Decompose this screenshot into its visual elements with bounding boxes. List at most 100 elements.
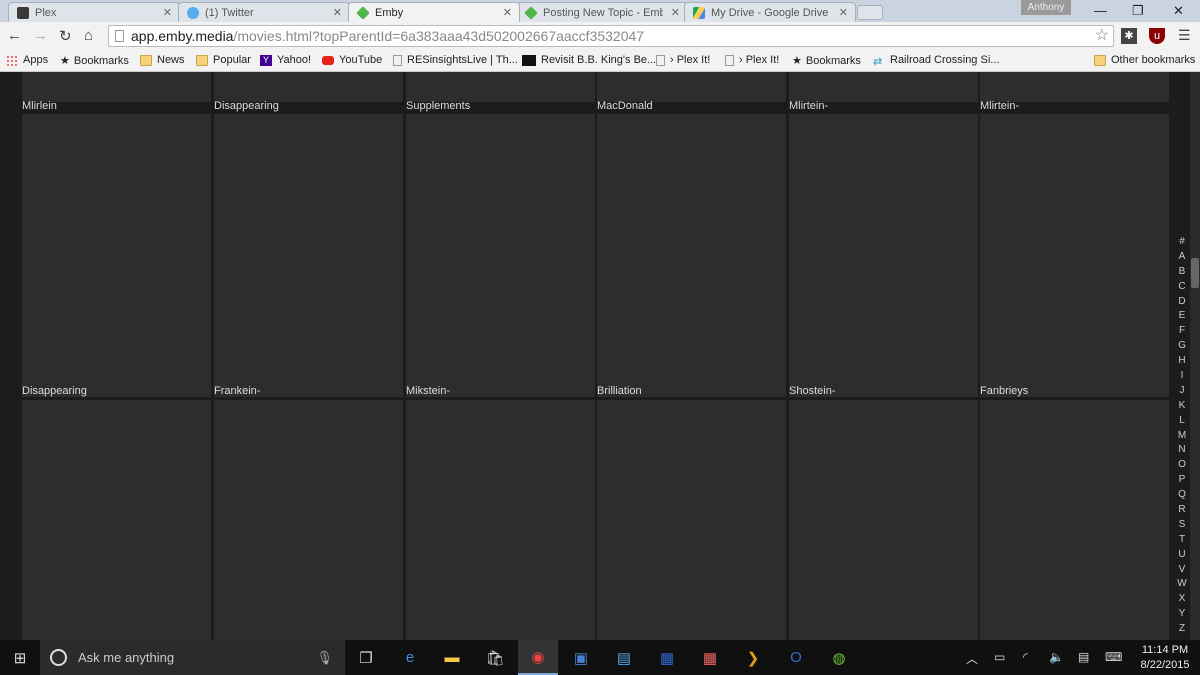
bookmark-revisit-bb-king[interactable]: Revisit B.B. King's Be... — [522, 54, 656, 66]
alpha-index-letter[interactable]: J — [1174, 383, 1190, 398]
ublock-icon[interactable]: u — [1149, 28, 1165, 44]
forward-icon[interactable]: → — [33, 27, 48, 44]
movie-card[interactable] — [22, 400, 211, 640]
bookmark-youtube[interactable]: YouTube — [322, 54, 382, 66]
alpha-index-letter[interactable]: M — [1174, 428, 1190, 443]
alpha-index-letter[interactable]: R — [1174, 502, 1190, 517]
action-center-icon[interactable]: ▤ — [1078, 650, 1089, 664]
cortana-search[interactable]: Ask me anything 🎙 — [40, 640, 345, 675]
alpha-index-letter[interactable]: K — [1174, 398, 1190, 413]
alpha-index-letter[interactable]: D — [1174, 294, 1190, 309]
profile-button[interactable]: Anthony — [1021, 0, 1071, 15]
scrollbar[interactable] — [1190, 72, 1200, 640]
alpha-index-letter[interactable]: I — [1174, 368, 1190, 383]
plex-taskbar-icon[interactable]: ❯ — [733, 640, 773, 675]
movie-card[interactable] — [789, 400, 978, 640]
movie-card[interactable] — [597, 72, 786, 102]
alpha-index-letter[interactable]: X — [1174, 591, 1190, 606]
bookmark-railroad[interactable]: ⇄ Railroad Crossing Si... — [873, 54, 999, 68]
movie-card[interactable] — [789, 72, 978, 102]
app-icon[interactable]: ▣ — [561, 640, 601, 675]
clock[interactable]: 11:14 PM 8/22/2015 — [1135, 643, 1195, 673]
wifi-icon[interactable]: ◜ — [1023, 650, 1028, 664]
tab-posting-new-topic[interactable]: Posting New Topic - Emby ✕ — [516, 2, 688, 22]
app-icon-2[interactable]: ▤ — [604, 640, 644, 675]
alpha-index-letter[interactable]: N — [1174, 442, 1190, 457]
bookmark-popular[interactable]: Popular — [196, 54, 251, 66]
bookmark-plex-it[interactable]: › Plex It! — [656, 54, 710, 66]
alpha-index-letter[interactable]: F — [1174, 323, 1190, 338]
scrollbar-thumb[interactable] — [1191, 258, 1199, 288]
movie-card[interactable] — [980, 72, 1169, 102]
alpha-index-letter[interactable]: E — [1174, 308, 1190, 323]
bookmark-other[interactable]: Other bookmarks — [1094, 54, 1195, 66]
task-view-icon[interactable]: ❐ — [346, 640, 386, 675]
alpha-index-letter[interactable]: A — [1174, 249, 1190, 264]
alpha-index-letter[interactable]: # — [1174, 234, 1190, 249]
movie-card[interactable] — [214, 400, 403, 640]
minimize-icon[interactable]: — — [1094, 3, 1107, 18]
close-tab-icon[interactable]: ✕ — [839, 6, 848, 19]
alpha-index-letter[interactable]: V — [1174, 562, 1190, 577]
bookmark-apps[interactable]: Apps — [6, 54, 48, 66]
close-tab-icon[interactable]: ✕ — [671, 6, 680, 19]
alpha-index-letter[interactable]: C — [1174, 279, 1190, 294]
movie-card[interactable] — [406, 114, 595, 397]
app-grid-icon[interactable]: ▦ — [690, 640, 730, 675]
close-window-icon[interactable]: ✕ — [1173, 3, 1184, 19]
bookmark-plex-it-2[interactable]: › Plex It! — [725, 54, 779, 66]
alpha-index-letter[interactable]: L — [1174, 413, 1190, 428]
movie-title[interactable]: Supplements — [406, 100, 470, 112]
movie-card[interactable] — [980, 400, 1169, 640]
close-tab-icon[interactable]: ✕ — [163, 6, 172, 19]
chrome-icon[interactable]: ◉ — [518, 640, 558, 675]
remote-desktop-icon[interactable]: ▦ — [647, 640, 687, 675]
movie-card[interactable] — [22, 72, 211, 102]
movie-title[interactable]: Brilliation — [597, 385, 642, 397]
movie-card[interactable] — [597, 114, 786, 397]
extension-icon[interactable]: ✱ — [1121, 28, 1137, 44]
bookmark-bookmarks[interactable]: ★ Bookmarks — [60, 54, 129, 68]
movie-card[interactable] — [597, 400, 786, 640]
evernote-icon[interactable]: ◍ — [819, 640, 859, 675]
movie-card[interactable] — [214, 72, 403, 102]
movie-title[interactable]: Frankein- — [214, 385, 260, 397]
menu-icon[interactable]: ☰ — [1178, 27, 1191, 44]
microphone-icon[interactable]: 🎙 — [316, 640, 333, 675]
movie-card[interactable] — [406, 72, 595, 102]
edge-icon[interactable]: e — [390, 640, 430, 675]
alpha-index-letter[interactable]: O — [1174, 457, 1190, 472]
back-icon[interactable]: ← — [7, 27, 22, 44]
movie-title[interactable]: Mlirtein- — [789, 100, 828, 112]
alpha-index-letter[interactable]: H — [1174, 353, 1190, 368]
bookmark-news[interactable]: News — [140, 54, 185, 66]
movie-title[interactable]: Disappearing — [22, 385, 87, 397]
outlook-icon[interactable]: O — [776, 640, 816, 675]
movie-card[interactable] — [22, 114, 211, 397]
alpha-index-letter[interactable]: T — [1174, 532, 1190, 547]
bookmark-bookmarks-2[interactable]: ★ Bookmarks — [792, 54, 861, 68]
tab-emby[interactable]: Emby ✕ — [348, 2, 520, 22]
address-bar[interactable]: app.emby.media/movies.html?topParentId=6… — [108, 25, 1114, 47]
tab-google-drive[interactable]: My Drive - Google Drive ✕ — [684, 2, 856, 22]
bookmark-star-icon[interactable]: ☆ — [1095, 26, 1109, 46]
tab-twitter[interactable]: (1) Twitter ✕ — [178, 2, 350, 22]
file-explorer-icon[interactable]: ▬ — [432, 640, 472, 675]
battery-icon[interactable]: ▭ — [994, 650, 1005, 664]
alpha-index-letter[interactable]: Q — [1174, 487, 1190, 502]
keyboard-icon[interactable]: ⌨ — [1105, 650, 1122, 664]
alpha-index-letter[interactable]: S — [1174, 517, 1190, 532]
close-tab-icon[interactable]: ✕ — [503, 6, 512, 19]
alpha-index-letter[interactable]: U — [1174, 547, 1190, 562]
home-icon[interactable]: ⌂ — [84, 27, 93, 44]
tab-plex[interactable]: Plex ✕ — [8, 2, 180, 22]
movie-title[interactable]: Mikstein- — [406, 385, 450, 397]
alpha-index-letter[interactable]: Z — [1174, 621, 1190, 636]
alpha-index-letter[interactable]: W — [1174, 576, 1190, 591]
restore-icon[interactable]: ❐ — [1132, 3, 1144, 19]
volume-icon[interactable]: 🔈 — [1049, 650, 1064, 664]
movie-title[interactable]: Mlirtein- — [980, 100, 1019, 112]
movie-title[interactable]: Mlirlein — [22, 100, 57, 112]
alpha-index-letter[interactable]: Y — [1174, 606, 1190, 621]
movie-card[interactable] — [214, 114, 403, 397]
